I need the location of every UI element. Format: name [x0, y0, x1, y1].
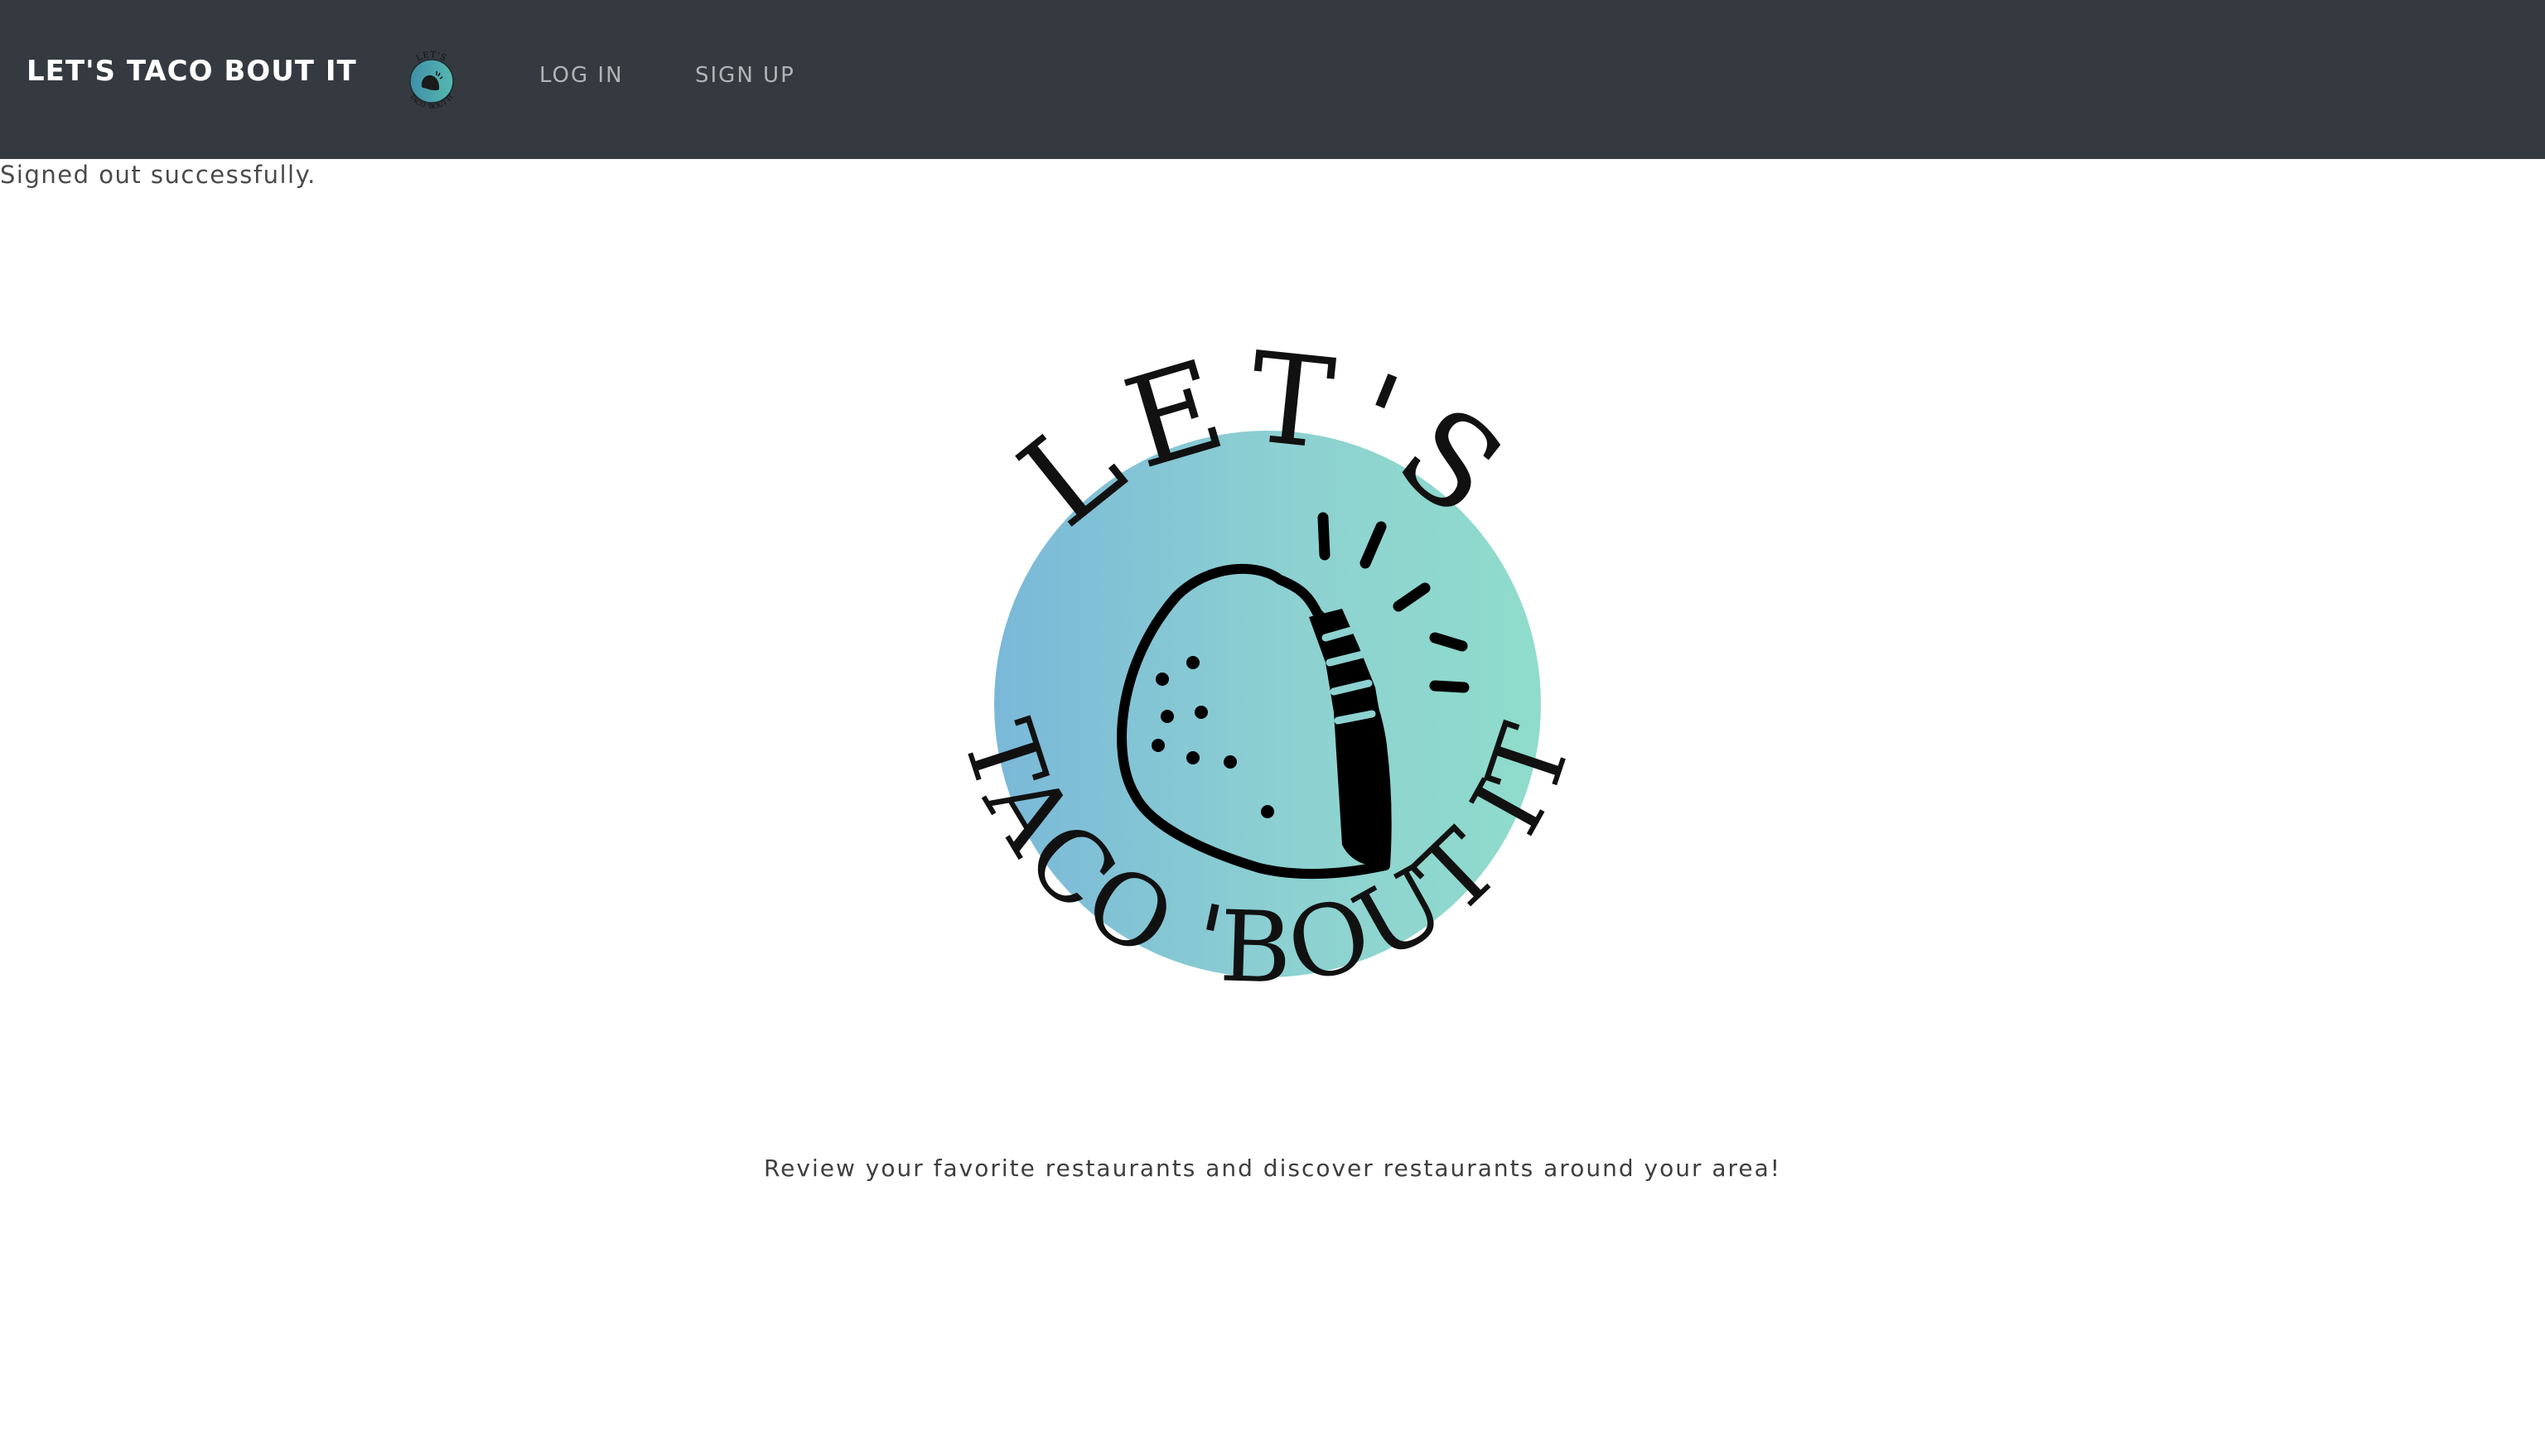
navbar-logo-icon[interactable]: LET'S TACO 'BOUT IT [399, 40, 464, 119]
navbar: LET'S TACO BOUT IT LET'S TACO 'BOUT IT L… [0, 0, 2545, 159]
flash-message: Signed out successfully. [0, 161, 316, 189]
sign-up-link[interactable]: SIGN UP [695, 63, 795, 88]
hero-logo-icon: LET'S TACO 'BOUT IT [940, 325, 1591, 1005]
log-in-link[interactable]: LOG IN [539, 63, 624, 88]
hero-tagline: Review your favorite restaurants and dis… [763, 1155, 1782, 1182]
brand-link[interactable]: LET'S TACO BOUT IT [27, 55, 357, 88]
